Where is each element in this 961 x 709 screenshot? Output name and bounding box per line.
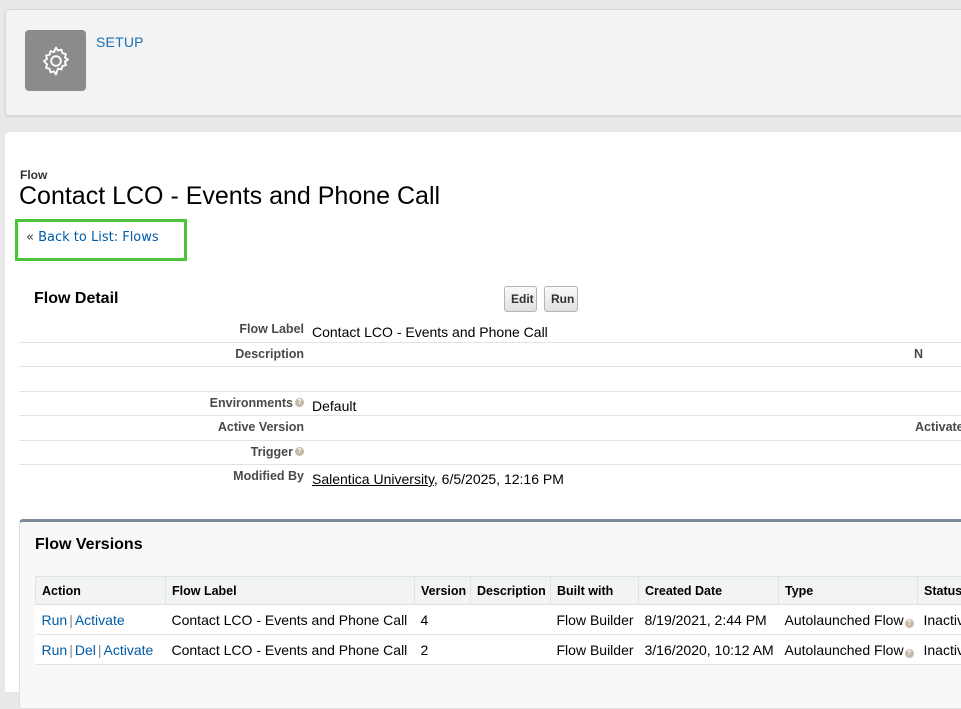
separator: | — [98, 642, 102, 658]
trigger-label: Trigger — [251, 445, 293, 459]
type-value: Autolaunched Flow — [785, 642, 904, 658]
created-date-cell: 8/19/2021, 2:44 PM — [639, 605, 779, 635]
flow-versions-title: Flow Versions — [35, 536, 143, 554]
back-to-list: « Back to List: Flows — [26, 230, 159, 245]
created-date-cell: 3/16/2020, 10:12 AM — [639, 635, 779, 665]
trigger-label-wrap: Trigger ? — [251, 445, 304, 459]
column-header-created-date[interactable]: Created Date — [639, 577, 779, 605]
version-cell: 2 — [415, 635, 471, 665]
flow-label-cell: Contact LCO - Events and Phone Call — [166, 635, 415, 665]
separator: | — [69, 612, 73, 628]
flow-detail-table: Flow Label Contact LCO - Events and Phon… — [19, 318, 961, 490]
action-cell: Run|Activate — [36, 605, 166, 635]
page-kind-label: Flow — [20, 168, 47, 182]
flow-detail-title: Flow Detail — [34, 290, 118, 308]
edit-button[interactable]: Edit — [504, 286, 537, 312]
column-header-description[interactable]: Description — [471, 577, 551, 605]
flow-versions-section: Flow Versions Action Flow Label Version … — [19, 519, 961, 709]
setup-header: SETUP — [5, 9, 961, 116]
detail-row-flow-label: Flow Label Contact LCO - Events and Phon… — [19, 318, 961, 343]
table-header-row: Action Flow Label Version Description Bu… — [36, 577, 961, 605]
back-to-list-link[interactable]: Back to List: Flows — [38, 230, 159, 245]
type-value: Autolaunched Flow — [785, 612, 904, 628]
column-header-type[interactable]: Type — [779, 577, 918, 605]
column-header-status[interactable]: Status — [918, 577, 961, 605]
detail-row-environments: Environments ? Default — [19, 392, 961, 417]
status-cell: Inactiv — [918, 635, 961, 665]
detail-row-active-version: Active Version Activate — [19, 416, 961, 441]
built-with-cell: Flow Builder — [551, 635, 639, 665]
modified-by-date: , 6/5/2025, 12:16 PM — [434, 471, 564, 487]
description-cell — [471, 635, 551, 665]
separator: | — [69, 642, 73, 658]
detail-row-trigger: Trigger ? — [19, 441, 961, 466]
modified-by-label: Modified By — [233, 469, 304, 483]
page-title: Contact LCO - Events and Phone Call — [19, 182, 440, 211]
flow-versions-table: Action Flow Label Version Description Bu… — [35, 576, 961, 665]
action-cell: Run|Del|Activate — [36, 635, 166, 665]
gear-icon[interactable] — [25, 30, 86, 91]
description-right-label: N — [914, 347, 923, 361]
detail-row-spacer — [19, 367, 961, 392]
table-row: Run|Activate Contact LCO - Events and Ph… — [36, 605, 961, 635]
activate-link[interactable]: Activate — [103, 642, 153, 658]
help-icon[interactable]: ? — [905, 619, 914, 628]
run-button[interactable]: Run — [544, 286, 578, 312]
setup-link[interactable]: SETUP — [96, 34, 144, 50]
type-cell: Autolaunched Flow? — [779, 635, 918, 665]
status-cell: Inactiv — [918, 605, 961, 635]
column-header-flow-label[interactable]: Flow Label — [166, 577, 415, 605]
column-header-action[interactable]: Action — [36, 577, 166, 605]
environments-label: Environments — [210, 396, 293, 410]
flow-label-value: Contact LCO - Events and Phone Call — [312, 324, 548, 340]
modified-by-value: Salentica University, 6/5/2025, 12:16 PM — [312, 471, 564, 487]
flow-label-label: Flow Label — [239, 322, 304, 336]
environments-value: Default — [312, 398, 356, 414]
description-cell — [471, 605, 551, 635]
help-icon[interactable]: ? — [295, 447, 304, 456]
built-with-cell: Flow Builder — [551, 605, 639, 635]
main-panel: Flow Contact LCO - Events and Phone Call… — [5, 132, 961, 692]
run-link[interactable]: Run — [42, 642, 68, 658]
type-cell: Autolaunched Flow? — [779, 605, 918, 635]
column-header-version[interactable]: Version — [415, 577, 471, 605]
version-cell: 4 — [415, 605, 471, 635]
active-version-label: Active Version — [218, 420, 304, 434]
detail-row-modified-by: Modified By Salentica University, 6/5/20… — [19, 465, 961, 490]
delete-link[interactable]: Del — [75, 642, 96, 658]
column-header-built-with[interactable]: Built with — [551, 577, 639, 605]
activate-link[interactable]: Activate — [75, 612, 125, 628]
flow-label-cell: Contact LCO - Events and Phone Call — [166, 605, 415, 635]
back-link-highlight: « Back to List: Flows — [15, 219, 187, 261]
help-icon[interactable]: ? — [905, 649, 914, 658]
modified-by-user-link[interactable]: Salentica University — [312, 471, 434, 487]
environments-label-wrap: Environments ? — [210, 396, 304, 410]
detail-row-description: Description N — [19, 343, 961, 368]
description-label: Description — [235, 347, 304, 361]
help-icon[interactable]: ? — [295, 398, 304, 407]
table-row: Run|Del|Activate Contact LCO - Events an… — [36, 635, 961, 665]
activated-label: Activate — [915, 420, 961, 434]
back-arrow-glyph: « — [26, 230, 34, 245]
run-link[interactable]: Run — [42, 612, 68, 628]
